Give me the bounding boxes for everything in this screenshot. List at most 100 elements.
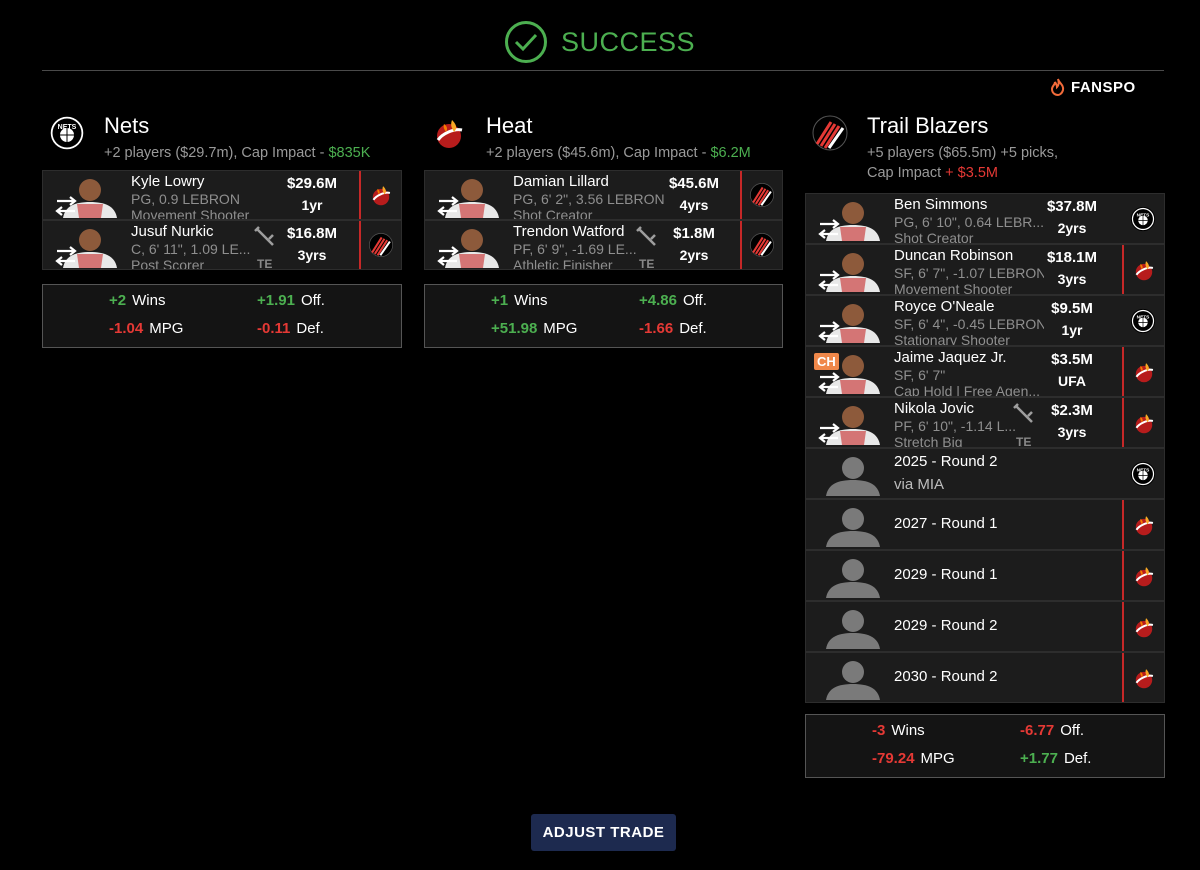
draft-pick-row[interactable]: 2027 - Round 1 [805, 499, 1165, 550]
contract-years: 2yrs [1057, 220, 1087, 236]
player-row[interactable]: Royce O'Neale SF, 6' 4", -0.45 LEBRON Stat… [805, 295, 1165, 346]
player-details: SF, 6' 7" Cap Hold | Free Agen... [894, 367, 1041, 397]
cap-hold-badge: CH [814, 353, 839, 370]
player-name[interactable]: Jaime Jaquez Jr. [894, 349, 1007, 366]
contract-years: 4yrs [679, 197, 709, 213]
mpg-stat: -1.04 MPG [109, 320, 184, 337]
player-details: PG, 6' 2", 3.56 LEBRON Shot Creator [513, 191, 665, 220]
team-header: Heat +2 players ($45.6m), Cap Impact - $6… [424, 110, 783, 170]
pick-silhouette-icon [820, 605, 886, 649]
draft-pick-row[interactable]: 2029 - Round 2 [805, 601, 1165, 652]
salary: $16.8M [286, 225, 338, 242]
player-row[interactable]: Damian Lillard PG, 6' 2", 3.56 LEBRON Shot… [424, 170, 783, 220]
player-name[interactable]: Ben Simmons [894, 196, 987, 213]
player-row[interactable]: Jusuf Nurkic C, 6' 11", 1.09 LE... Post Sc… [42, 220, 402, 270]
salary: $9.5M [1051, 300, 1093, 317]
player-row[interactable]: CH Jaime Jaquez Jr. SF, 6' 7" Cap Hold | Fr… [805, 346, 1165, 397]
swap-arrows-icon [818, 423, 840, 443]
swap-arrows-icon [437, 196, 459, 216]
player-details: PG, 0.9 LEBRON Movement Shooter [131, 191, 250, 220]
swap-button[interactable] [435, 245, 461, 267]
origin-team-heat-icon [1122, 245, 1164, 294]
wins-stat: +2 Wins [109, 292, 166, 309]
adjust-trade-button[interactable]: ADJUST TRADE [531, 814, 676, 851]
team-summary: +2 players ($29.7m), Cap Impact - $835K [104, 145, 371, 161]
origin-team-heat-icon [359, 171, 401, 219]
team-summary: +2 players ($45.6m), Cap Impact - $6.2M [486, 145, 751, 161]
offense-stat: +1.91 Off. [257, 292, 325, 309]
mpg-stat: +51.98 MPG [491, 320, 578, 337]
pick-label: 2029 - Round 1 [894, 566, 998, 583]
origin-team-heat-icon [1122, 500, 1164, 549]
cap-impact-value: $6.2M [710, 145, 751, 161]
player-name[interactable]: Trendon Watford [513, 223, 624, 240]
swap-button[interactable] [816, 269, 842, 291]
team-summary: +5 players ($65.5m) +5 picks, Cap Impact … [867, 145, 1059, 181]
offense-stat: -6.77 Off. [1020, 722, 1085, 739]
contract-years: 3yrs [1057, 271, 1087, 287]
origin-team-trail-blazers-icon [740, 171, 782, 219]
player-details: SF, 6' 7", -1.07 LEBRON Movement Shooter [894, 265, 1044, 295]
pick-label: 2027 - Round 1 [894, 515, 998, 532]
mpg-stat: -79.24 MPG [872, 750, 955, 767]
heat-logo-icon [430, 114, 468, 152]
trade-result-page: SUCCESS FANSPO NETS Nets +2 players ($29.7… [0, 0, 1200, 870]
pick-via: via MIA [894, 476, 945, 493]
swap-button[interactable] [53, 195, 79, 217]
player-row[interactable]: Trendon Watford PF, 6' 9", -1.69 LE... Ath… [424, 220, 783, 270]
swap-arrows-icon [818, 219, 840, 239]
contract-years: 2yrs [679, 247, 709, 263]
origin-team-nets-icon: NETS [1122, 296, 1164, 345]
pick-silhouette-icon [820, 503, 886, 547]
swap-arrows-icon [55, 196, 77, 216]
team-name: Trail Blazers [867, 113, 989, 138]
salary: $29.6M [286, 175, 338, 192]
player-name[interactable]: Duncan Robinson [894, 247, 1013, 264]
cap-impact-value: $835K [328, 145, 371, 161]
swap-button[interactable] [816, 422, 842, 444]
contract-years: 1yr [1061, 322, 1083, 338]
wins-stat: -3 Wins [872, 722, 925, 739]
contract-years: 3yrs [1057, 424, 1087, 440]
origin-team-heat-icon [1122, 602, 1164, 651]
contract-years: 1yr [301, 197, 323, 213]
origin-team-heat-icon [1122, 347, 1164, 396]
origin-team-trail-blazers-icon [740, 221, 782, 269]
swap-button[interactable] [816, 371, 842, 393]
brand-logo: FANSPO [1050, 78, 1136, 96]
swap-button[interactable] [816, 218, 842, 240]
team-column-trail-blazers: Trail Blazers +5 players ($65.5m) +5 pick… [805, 110, 1165, 778]
wins-stat: +1 Wins [491, 292, 548, 309]
player-name[interactable]: Damian Lillard [513, 173, 609, 190]
draft-pick-row[interactable]: 2029 - Round 1 [805, 550, 1165, 601]
player-name[interactable]: Royce O'Neale [894, 298, 994, 315]
trade-impact-stats: -3 Wins -6.77 Off. -79.24 MPG +1.77 Def. [805, 714, 1165, 778]
team-header: NETS Nets +2 players ($29.7m), Cap Impact … [42, 110, 402, 170]
swap-button[interactable] [816, 320, 842, 342]
salary: $45.6M [668, 175, 720, 192]
player-name[interactable]: Kyle Lowry [131, 173, 204, 190]
origin-team-trail-blazers-icon [359, 221, 401, 269]
swap-button[interactable] [53, 245, 79, 267]
draft-pick-row[interactable]: 2030 - Round 2 [805, 652, 1165, 703]
swap-button[interactable] [435, 195, 461, 217]
player-row[interactable]: Nikola Jovic PF, 6' 10", -1.14 L... Stretc… [805, 397, 1165, 448]
draft-pick-row[interactable]: 2025 - Round 2 via MIA NETS [805, 448, 1165, 499]
player-row[interactable]: Duncan Robinson SF, 6' 7", -1.07 LEBRON Mo… [805, 244, 1165, 295]
player-name[interactable]: Nikola Jovic [894, 400, 974, 417]
pick-silhouette-icon [820, 656, 886, 700]
salary: $3.5M [1051, 351, 1093, 368]
team-name: Heat [486, 113, 533, 138]
pick-label: 2029 - Round 2 [894, 617, 998, 634]
pick-silhouette-icon [820, 554, 886, 598]
player-row[interactable]: Kyle Lowry PG, 0.9 LEBRON Movement Shooter… [42, 170, 402, 220]
player-row[interactable]: Ben Simmons PG, 6' 10", 0.64 LEBR... Shot … [805, 193, 1165, 244]
trade-impact-stats: +2 Wins +1.91 Off. -1.04 MPG -0.11 Def. [42, 284, 402, 348]
status-text: SUCCESS [560, 26, 696, 57]
pick-silhouette-icon [820, 452, 886, 496]
header-divider [42, 70, 1164, 71]
contract-years: UFA [1058, 373, 1086, 389]
player-name[interactable]: Jusuf Nurkic [131, 223, 214, 240]
salary: $1.8M [673, 225, 715, 242]
check-circle-icon [504, 21, 547, 63]
